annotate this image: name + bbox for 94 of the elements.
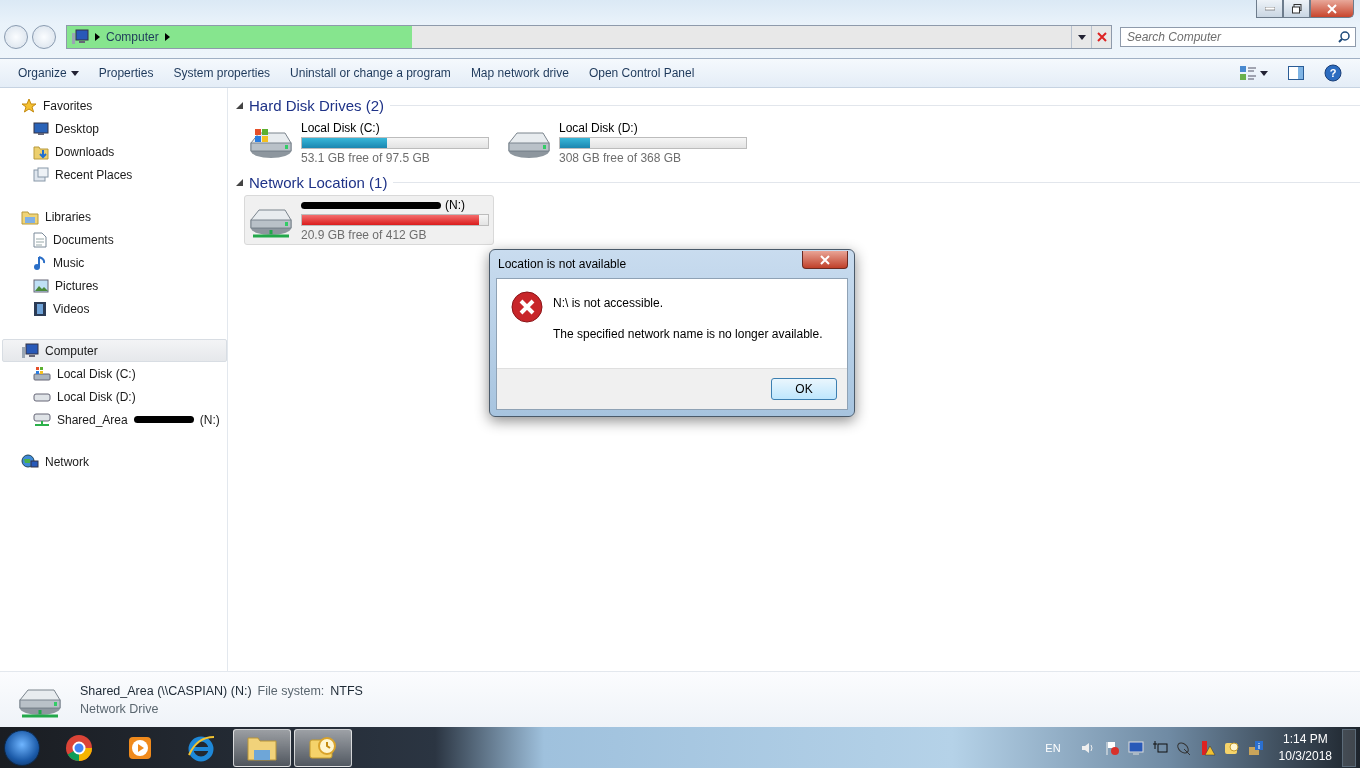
error-message: N:\ is not accessible. — [553, 296, 665, 310]
monitor-icon — [1127, 739, 1144, 756]
sidebar-item[interactable]: Shared_Area (N:) — [2, 408, 227, 431]
network-globe-icon — [21, 453, 39, 470]
sidebar-item[interactable]: Downloads — [2, 140, 227, 163]
envelope-clock-icon — [1223, 739, 1240, 756]
breadcrumb[interactable]: Computer — [106, 30, 159, 44]
ok-button[interactable]: OK — [771, 378, 837, 400]
search-icon — [1338, 31, 1350, 43]
group-heading[interactable]: Network Location (1) — [249, 174, 388, 191]
restore-icon — [1291, 3, 1302, 14]
property-label: File system: — [257, 683, 325, 698]
minimize-icon — [1264, 6, 1275, 11]
dialog-title: Location is not available — [497, 257, 627, 271]
network-icon — [1151, 739, 1168, 756]
download-folder-icon — [33, 143, 49, 160]
drive-type: Network Drive — [80, 701, 160, 716]
address-bar[interactable]: Computer — [66, 25, 1112, 49]
drive-name: (N:) — [445, 198, 465, 212]
sidebar-item[interactable]: Libraries — [2, 205, 227, 228]
taskbar-button[interactable] — [294, 728, 352, 767]
close-icon — [1096, 32, 1107, 42]
minimize-button[interactable] — [1256, 0, 1283, 18]
computer-icon — [21, 342, 39, 359]
close-icon — [1327, 3, 1337, 14]
error-detail: The specified network name is no longer available. — [553, 327, 823, 341]
search-field[interactable]: Search Computer — [1120, 27, 1356, 47]
free-space-text: 308 GB free of 368 GB — [559, 151, 683, 165]
system-drive-icon — [33, 365, 51, 382]
start-button[interactable] — [4, 729, 40, 766]
help-icon: ? — [1324, 64, 1342, 82]
toolbar-button[interactable]: Properties — [88, 62, 164, 84]
taskbar-button[interactable] — [233, 728, 291, 767]
antivirus-warning-icon — [1199, 739, 1216, 756]
drive-name: Local Disk (D:) — [559, 121, 639, 135]
maximize-button[interactable] — [1283, 0, 1310, 18]
sidebar-item[interactable]: Network — [2, 450, 227, 473]
recent-places-icon — [33, 166, 49, 183]
toolbar-button[interactable]: Map network drive — [460, 62, 579, 84]
drive-name: Shared_Area (\\CASPIAN) (N:) — [80, 683, 252, 698]
free-space-text: 53.1 GB free of 97.5 GB — [301, 151, 431, 165]
sidebar-item[interactable]: Desktop — [2, 117, 227, 140]
network-drive-icon — [33, 411, 51, 428]
item-label: Shared_Area — [57, 412, 128, 427]
toolbar-button[interactable]: Open Control Panel — [578, 62, 705, 84]
drive-icon — [33, 390, 51, 403]
caret-icon — [1077, 34, 1086, 40]
picture-icon — [33, 278, 49, 293]
drive-name: Local Disk (C:) — [301, 121, 381, 135]
sidebar-item[interactable]: Favorites — [2, 94, 227, 117]
toolbar-button[interactable]: Organize — [8, 62, 89, 84]
satellite-dish-icon — [1175, 739, 1192, 756]
sidebar-item[interactable]: Computer — [2, 339, 227, 362]
pane-icon — [1288, 66, 1304, 80]
sidebar-item[interactable]: Music — [2, 251, 227, 274]
flag-error-icon — [1103, 739, 1120, 756]
sidebar-item[interactable]: Videos — [2, 297, 227, 320]
film-strip-icon — [33, 300, 47, 317]
close-icon — [820, 254, 830, 265]
caret-icon — [1260, 70, 1268, 76]
computer-icon — [71, 29, 89, 45]
sidebar-item[interactable]: Pictures — [2, 274, 227, 297]
free-space-text: 20.9 GB free of 412 GB — [301, 228, 428, 242]
toolbar-button[interactable]: System properties — [163, 62, 281, 84]
error-icon — [511, 291, 543, 323]
close-button[interactable] — [1310, 0, 1354, 18]
media-player-icon — [127, 734, 153, 761]
chevron-icon — [164, 33, 170, 41]
sidebar-item[interactable]: Recent Places — [2, 163, 227, 186]
forward-button[interactable] — [32, 25, 56, 49]
drive-tile[interactable]: Local Disk (C:) 53.1 GB free of 97.5 GB — [244, 118, 494, 168]
monitor-icon — [33, 121, 49, 136]
document-icon — [33, 231, 47, 248]
clock[interactable]: 1:14 PM 10/3/2018 — [1268, 732, 1342, 763]
help-button[interactable]: ? — [1314, 60, 1352, 86]
sidebar-item[interactable]: Local Disk (C:) — [2, 362, 227, 385]
property-value: NTFS — [330, 683, 363, 698]
sidebar-item[interactable]: Documents — [2, 228, 227, 251]
chrome-icon — [65, 733, 93, 762]
back-button[interactable] — [4, 25, 28, 49]
view-list-icon — [1240, 66, 1256, 80]
library-folder-icon — [21, 208, 39, 225]
item-label: (N:) — [199, 412, 220, 427]
info-icon — [1247, 739, 1264, 756]
drive-tile[interactable]: Local Disk (D:) 308 GB free of 368 GB — [502, 118, 752, 168]
sidebar-item[interactable]: Local Disk (D:) — [2, 385, 227, 408]
music-note-icon — [33, 254, 47, 271]
show-desktop-button[interactable] — [1342, 728, 1356, 767]
chevron-icon — [95, 33, 100, 41]
star-icon — [21, 97, 37, 114]
group-heading[interactable]: Hard Disk Drives (2) — [249, 97, 384, 114]
close-button[interactable] — [802, 251, 848, 269]
toolbar-button[interactable]: Uninstall or change a program — [280, 62, 461, 84]
drive-tile[interactable]: (N:) 20.9 GB free of 412 GB — [244, 195, 494, 245]
